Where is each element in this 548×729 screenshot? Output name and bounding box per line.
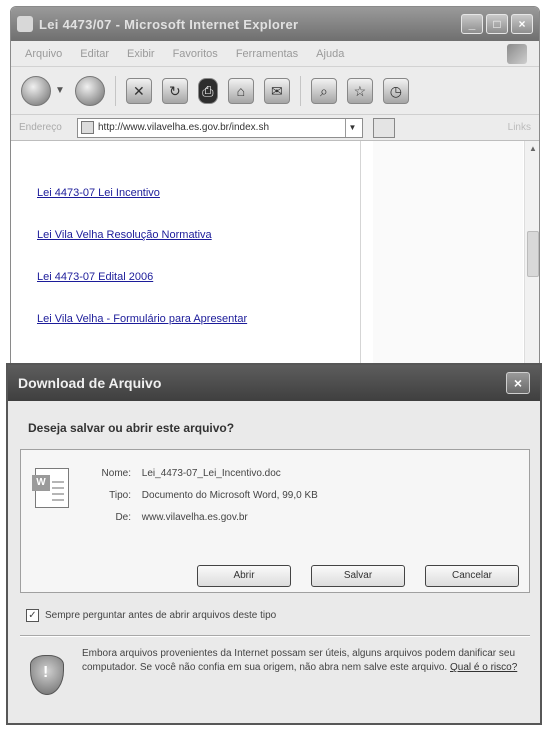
browser-titlebar: Lei 4473/07 - Microsoft Internet Explore… bbox=[11, 7, 539, 41]
address-dropdown-icon[interactable]: ▼ bbox=[345, 118, 359, 137]
page-content: Lei 4473-07 Lei Incentivo Lei Vila Velha… bbox=[11, 141, 539, 375]
doc-link-formulario[interactable]: Lei Vila Velha - Formulário para Apresen… bbox=[37, 313, 247, 325]
menu-help[interactable]: Ajuda bbox=[316, 48, 344, 60]
doc-link-resolucao-normativa[interactable]: Lei Vila Velha Resolução Normativa bbox=[37, 229, 212, 241]
address-bar: Endereço http://www.vilavelha.es.gov.br/… bbox=[11, 115, 539, 141]
scroll-thumb[interactable] bbox=[527, 231, 539, 277]
file-name-row: Nome: Lei_4473-07_Lei_Incentivo.doc bbox=[83, 468, 281, 479]
file-type-label: Tipo: bbox=[109, 490, 131, 501]
security-shield-icon bbox=[30, 655, 64, 695]
vertical-scrollbar[interactable]: ▲ bbox=[524, 141, 539, 375]
always-ask-row: ✓ Sempre perguntar antes de abrir arquiv… bbox=[26, 609, 276, 622]
print-icon[interactable]: ⎙ bbox=[197, 77, 218, 104]
search-icon[interactable]: ⌕ bbox=[310, 77, 337, 104]
open-button[interactable]: Abrir bbox=[197, 565, 291, 587]
file-type-row: Tipo: Documento do Microsoft Word, 99,0 … bbox=[83, 490, 318, 501]
file-name-value: Lei_4473-07_Lei_Incentivo.doc bbox=[141, 468, 281, 479]
ie-app-icon bbox=[17, 16, 33, 32]
file-source-row: De: www.vilavelha.es.gov.br bbox=[83, 512, 248, 523]
risk-link[interactable]: Qual é o risco? bbox=[450, 662, 517, 673]
browser-title: Lei 4473/07 - Microsoft Internet Explore… bbox=[39, 16, 299, 32]
doc-link-edital[interactable]: Lei 4473-07 Edital 2006 bbox=[37, 271, 153, 283]
page-link-column: Lei 4473-07 Lei Incentivo Lei Vila Velha… bbox=[11, 141, 361, 375]
page-right-panel bbox=[373, 141, 523, 375]
menu-view[interactable]: Exibir bbox=[127, 48, 155, 60]
dialog-question: Deseja salvar ou abrir este arquivo? bbox=[28, 421, 235, 435]
word-document-icon: W bbox=[32, 468, 69, 508]
favorites-star-icon[interactable]: ☆ bbox=[346, 77, 373, 104]
history-icon[interactable]: ◷ bbox=[382, 77, 409, 104]
toolbar: ▼ ✕ ↻ ⎙ ⌂ ✉ ⌕ ☆ ◷ bbox=[11, 67, 539, 115]
home-icon[interactable]: ⌂ bbox=[227, 77, 254, 104]
menu-edit[interactable]: Editar bbox=[80, 48, 109, 60]
toolbar-separator bbox=[299, 75, 301, 106]
back-icon[interactable] bbox=[21, 75, 51, 106]
file-source-value: www.vilavelha.es.gov.br bbox=[141, 512, 248, 523]
save-button[interactable]: Salvar bbox=[311, 565, 405, 587]
back-dropdown-icon[interactable]: ▼ bbox=[55, 85, 65, 96]
toolbar-separator bbox=[114, 75, 116, 106]
links-label[interactable]: Links bbox=[508, 122, 531, 133]
address-url: http://www.vilavelha.es.gov.br/index.sh bbox=[98, 122, 270, 133]
page-icon bbox=[81, 121, 94, 134]
security-warning: Embora arquivos provenientes da Internet… bbox=[82, 647, 522, 675]
browser-window: Lei 4473/07 - Microsoft Internet Explore… bbox=[10, 6, 540, 376]
stop-icon[interactable]: ✕ bbox=[125, 77, 152, 104]
file-info-group: W Nome: Lei_4473-07_Lei_Incentivo.doc Ti… bbox=[20, 449, 530, 593]
dialog-titlebar: Download de Arquivo × bbox=[8, 365, 540, 401]
file-name-label: Nome: bbox=[101, 468, 131, 479]
close-window-button[interactable]: × bbox=[511, 14, 533, 34]
cancel-button[interactable]: Cancelar bbox=[425, 565, 519, 587]
always-ask-label[interactable]: Sempre perguntar antes de abrir arquivos… bbox=[45, 610, 276, 621]
file-type-value: Documento do Microsoft Word, 99,0 KB bbox=[141, 490, 318, 501]
refresh-icon[interactable]: ↻ bbox=[161, 77, 188, 104]
always-ask-checkbox[interactable]: ✓ bbox=[26, 609, 39, 622]
doc-link-lei-incentivo[interactable]: Lei 4473-07 Lei Incentivo bbox=[37, 187, 160, 199]
download-dialog: Download de Arquivo × Deseja salvar ou a… bbox=[6, 363, 542, 725]
windows-flag-icon bbox=[507, 44, 527, 64]
menu-file[interactable]: Arquivo bbox=[25, 48, 62, 60]
dialog-title: Download de Arquivo bbox=[18, 375, 162, 391]
address-label: Endereço bbox=[19, 122, 62, 133]
address-input[interactable]: http://www.vilavelha.es.gov.br/index.sh … bbox=[77, 117, 363, 138]
file-source-label: De: bbox=[115, 512, 131, 523]
minimize-button[interactable]: _ bbox=[461, 14, 483, 34]
menu-bar: Arquivo Editar Exibir Favoritos Ferramen… bbox=[11, 41, 539, 67]
menu-favorites[interactable]: Favoritos bbox=[173, 48, 218, 60]
dialog-divider bbox=[20, 635, 530, 637]
scroll-up-icon[interactable]: ▲ bbox=[525, 141, 539, 157]
dialog-close-button[interactable]: × bbox=[506, 372, 530, 394]
mail-icon[interactable]: ✉ bbox=[263, 77, 290, 104]
menu-tools[interactable]: Ferramentas bbox=[236, 48, 298, 60]
forward-icon[interactable] bbox=[74, 75, 105, 106]
go-button[interactable] bbox=[373, 117, 395, 138]
maximize-button[interactable]: □ bbox=[486, 14, 508, 34]
